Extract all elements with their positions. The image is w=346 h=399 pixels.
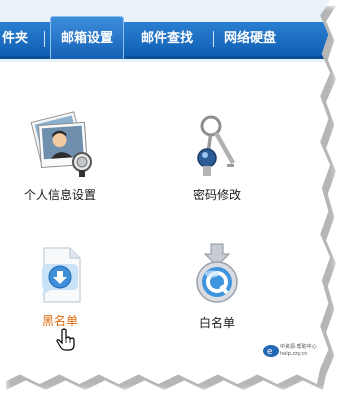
help-center-logo-text: 中资源·帮助中心 help.zzy.cn [280,344,317,358]
screenshot-frame: 件夹 邮箱设置 邮件查找 网络硬盘 个人信息设置 密码修改 黑名单 白名单 e … [0,0,346,399]
hand-cursor-icon [56,328,75,351]
change-password-label: 密码修改 [192,188,241,202]
tab-bar: 件夹 邮箱设置 邮件查找 网络硬盘 [0,0,330,62]
quicktime-icon [196,243,238,303]
page-area: 件夹 邮箱设置 邮件查找 网络硬盘 个人信息设置 密码修改 黑名单 白名单 e … [0,0,330,384]
logo-line2: help.zzy.cn [280,351,308,357]
profile-photos-icon [30,111,92,177]
blacklist-item[interactable]: 黑名单 [0,244,120,329]
tab-separator [44,31,45,47]
tab-strip: 件夹 邮箱设置 邮件查找 网络硬盘 [0,16,330,59]
help-center-logo-icon: e [263,345,279,357]
keys-icon [197,115,235,176]
tab-folders[interactable]: 件夹 [2,22,28,56]
tab-mailbox-settings[interactable]: 邮箱设置 [50,16,125,59]
tab-mail-search[interactable]: 邮件查找 [141,22,193,56]
change-password-item[interactable]: 密码修改 [157,112,277,203]
blacklist-label: 黑名单 [41,314,78,328]
settings-panel: 个人信息设置 密码修改 黑名单 白名单 [0,62,330,384]
help-center-logo: e 中资源·帮助中心 help.zzy.cn [262,343,326,361]
svg-text:e: e [267,347,273,357]
whitelist-item[interactable]: 白名单 [157,242,277,331]
whitelist-label: 白名单 [198,316,235,330]
logo-line1: 中资源·帮助中心 [280,344,317,350]
personal-info-label: 个人信息设置 [23,188,96,202]
tab-network-disk[interactable]: 网络硬盘 [224,22,276,56]
tab-separator [213,31,214,47]
download-document-icon [42,247,81,303]
personal-info-item[interactable]: 个人信息设置 [0,110,120,203]
